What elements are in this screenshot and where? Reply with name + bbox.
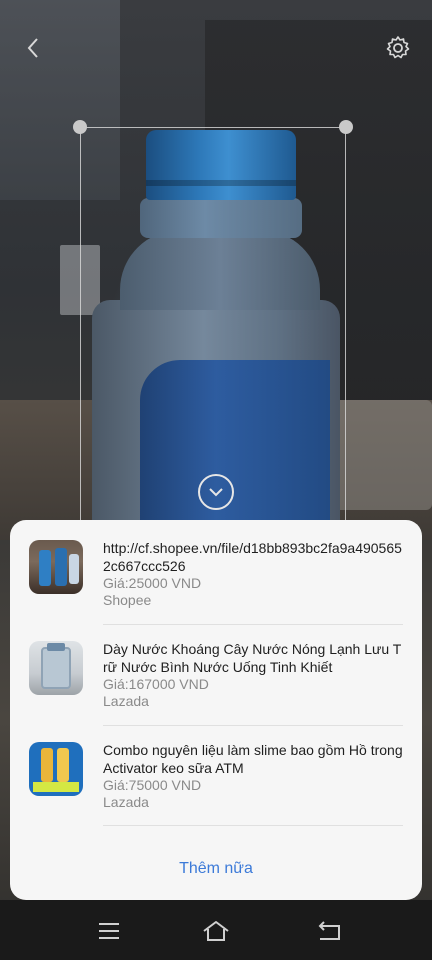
result-text: Combo nguyên liệu làm slime bao gồm Hồ t… — [103, 741, 403, 811]
settings-button[interactable] — [384, 34, 412, 62]
result-title: Dày Nước Khoáng Cây Nước Nóng Lạnh Lưu T… — [103, 641, 402, 675]
results-sheet: http://cf.shopee.vn/file/d18bb893bc2fa9a… — [10, 520, 422, 900]
crop-handle-top-right[interactable] — [339, 120, 353, 134]
result-thumbnail — [29, 641, 83, 695]
result-store: Shopee — [103, 592, 152, 608]
result-title: http://cf.shopee.vn/file/d18bb893bc2fa9a… — [103, 540, 402, 574]
result-price: Giá:25000 VND — [103, 575, 202, 591]
crop-handle-top-left[interactable] — [73, 120, 87, 134]
back-button[interactable] — [20, 34, 48, 62]
result-item[interactable]: http://cf.shopee.vn/file/d18bb893bc2fa9a… — [10, 520, 422, 620]
home-icon — [203, 921, 229, 941]
system-navigation-bar — [0, 900, 432, 960]
menu-icon — [99, 923, 119, 939]
result-text: http://cf.shopee.vn/file/d18bb893bc2fa9a… — [103, 539, 403, 609]
result-store: Lazada — [103, 794, 149, 810]
result-title: Combo nguyên liệu làm slime bao gồm Hồ t… — [103, 742, 403, 776]
chevron-left-icon — [27, 38, 38, 58]
chevron-down-icon — [209, 488, 223, 497]
collapse-results-button[interactable] — [198, 474, 234, 510]
nav-back-button[interactable] — [315, 918, 343, 944]
home-button[interactable] — [202, 918, 230, 944]
result-text: Dày Nước Khoáng Cây Nước Nóng Lạnh Lưu T… — [103, 640, 403, 710]
result-price: Giá:75000 VND — [103, 777, 202, 793]
result-thumbnail — [29, 540, 83, 594]
result-thumbnail — [29, 742, 83, 796]
recent-apps-button[interactable] — [95, 918, 123, 944]
result-item[interactable]: Dày Nước Khoáng Cây Nước Nóng Lạnh Lưu T… — [10, 621, 422, 721]
divider — [103, 825, 403, 826]
gear-icon — [386, 36, 410, 59]
result-store: Lazada — [103, 693, 149, 709]
more-results-button[interactable]: Thêm nữa — [10, 854, 422, 884]
result-price: Giá:167000 VND — [103, 676, 209, 692]
back-icon — [318, 921, 340, 940]
result-item[interactable]: Combo nguyên liệu làm slime bao gồm Hồ t… — [10, 722, 422, 822]
